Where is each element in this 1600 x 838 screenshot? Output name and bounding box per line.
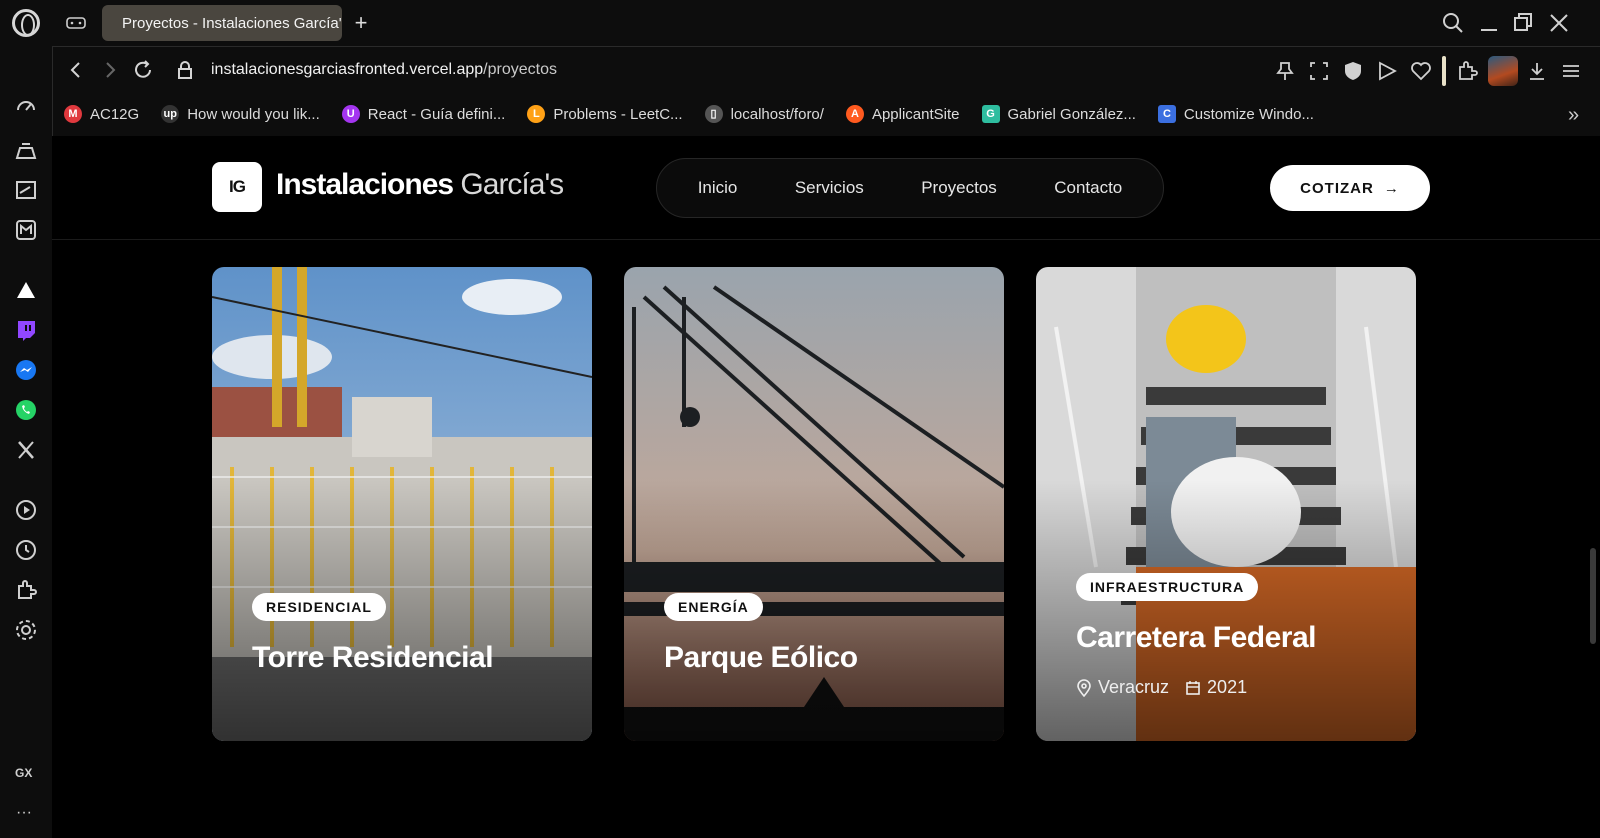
map-pin-icon — [1077, 678, 1091, 697]
location-item: Veracruz — [1076, 677, 1169, 698]
bookmark-favicon-icon: U — [341, 105, 360, 123]
active-tab[interactable]: Proyectos - Instalaciones García's — [102, 5, 342, 41]
bookmark-item[interactable]: M AC12G — [64, 105, 139, 123]
browser-top-bar: Proyectos - Instalaciones García's + — [0, 0, 1600, 46]
extensions-puzzle-icon[interactable] — [1456, 60, 1478, 82]
settings-gear-icon[interactable] — [14, 618, 38, 642]
search-icon[interactable] — [1440, 10, 1466, 36]
project-card-parque-eolico[interactable]: ENERGÍA Parque Eólico — [624, 267, 1004, 741]
bookmarks-bar: M AC12G up How would you lik... U React - G… — [64, 100, 1336, 128]
player-icon[interactable] — [14, 218, 38, 242]
project-title: Parque Eólico — [664, 641, 858, 674]
whatsapp-icon[interactable] — [14, 398, 38, 422]
bookmark-item[interactable]: G Gabriel González... — [981, 105, 1136, 123]
shield-icon[interactable] — [1342, 60, 1364, 82]
close-icon[interactable] — [1546, 10, 1572, 36]
project-title: Carretera Federal — [1076, 621, 1316, 654]
flow-send-icon[interactable] — [1376, 60, 1398, 82]
bookmark-item[interactable]: U React - Guía defini... — [341, 105, 505, 123]
page-scrollbar[interactable] — [1590, 548, 1596, 644]
site-header: IG Instalaciones García's Inicio Servici… — [52, 136, 1600, 240]
year-item: 2021 — [1185, 677, 1247, 698]
card-overlay — [1036, 480, 1416, 741]
bookmark-favicon-icon: up — [161, 105, 180, 123]
bookmark-favicon-icon: G — [981, 105, 1000, 123]
bookmark-item[interactable]: C Customize Windo... — [1157, 105, 1314, 123]
category-badge: INFRAESTRUCTURA — [1076, 573, 1259, 601]
bookmark-favicon-icon: A — [845, 105, 864, 123]
category-badge: RESIDENCIAL — [252, 593, 386, 621]
news-icon[interactable] — [14, 178, 38, 202]
gaming-icon[interactable] — [14, 138, 38, 162]
history-icon[interactable] — [14, 538, 38, 562]
bookmark-item[interactable]: up How would you lik... — [161, 105, 320, 123]
opera-logo-icon[interactable] — [12, 9, 40, 37]
browser-sidebar: GX ··· — [0, 46, 52, 838]
site-logo[interactable]: IG — [212, 162, 262, 212]
new-tab-button[interactable]: + — [348, 10, 374, 36]
arrow-right-icon: → — [1383, 179, 1400, 197]
nav-link-proyectos[interactable]: Proyectos — [921, 178, 997, 198]
back-icon[interactable] — [64, 58, 88, 82]
nav-link-inicio[interactable]: Inicio — [698, 178, 738, 198]
bookmark-item[interactable]: A ApplicantSite — [845, 105, 960, 123]
nav-link-servicios[interactable]: Servicios — [795, 178, 864, 198]
project-card-carretera-federal[interactable]: INFRAESTRUCTURA Carretera Federal Veracr… — [1036, 267, 1416, 741]
sidebar-more-icon[interactable]: ··· — [16, 804, 32, 822]
bookmark-favicon-icon: L — [527, 105, 546, 123]
main-nav: Inicio Servicios Proyectos Contacto — [656, 158, 1164, 218]
bookmark-favicon-icon: ▯ — [704, 105, 723, 123]
bookmark-item[interactable]: ▯ localhost/foro/ — [704, 105, 824, 123]
messenger-icon[interactable] — [14, 358, 38, 382]
category-badge: ENERGÍA — [664, 593, 763, 621]
brand-name[interactable]: Instalaciones García's — [276, 168, 564, 202]
project-meta: Veracruz 2021 — [1076, 677, 1247, 698]
gamepad-icon[interactable] — [66, 14, 86, 32]
bookmark-item[interactable]: L Problems - LeetC... — [527, 105, 683, 123]
project-card-torre-residencial[interactable]: RESIDENCIAL Torre Residencial — [212, 267, 592, 741]
reload-icon[interactable] — [131, 58, 155, 82]
project-title: Torre Residencial — [252, 641, 494, 674]
snapshot-icon[interactable] — [1308, 60, 1330, 82]
restore-icon[interactable] — [1510, 10, 1536, 36]
cotizar-button[interactable]: COTIZAR → — [1270, 165, 1430, 211]
profile-avatar[interactable] — [1488, 56, 1518, 86]
calendar-icon — [1186, 680, 1200, 695]
speed-dial-icon[interactable] — [14, 96, 38, 120]
easy-setup-icon[interactable] — [1560, 60, 1582, 82]
download-icon[interactable] — [1526, 60, 1548, 82]
bookmark-favicon-icon: C — [1157, 105, 1176, 123]
tab-title: Proyectos - Instalaciones García's — [122, 14, 342, 32]
url-field[interactable]: instalacionesgarciasfronted.vercel.app/p… — [211, 61, 557, 79]
gx-label[interactable]: GX — [15, 766, 32, 780]
lock-icon[interactable] — [173, 58, 197, 82]
play-circle-icon[interactable] — [14, 498, 38, 522]
bookmark-favicon-icon: M — [64, 105, 82, 123]
bookmarks-overflow-icon[interactable]: » — [1568, 104, 1579, 127]
extensions-icon[interactable] — [14, 578, 38, 602]
aria-icon[interactable] — [14, 278, 38, 302]
x-twitter-icon[interactable] — [14, 438, 38, 462]
forward-icon[interactable] — [98, 58, 122, 82]
heart-icon[interactable] — [1410, 60, 1432, 82]
minimize-icon[interactable] — [1476, 10, 1502, 36]
divider — [1442, 56, 1446, 86]
twitch-icon[interactable] — [14, 318, 38, 342]
nav-link-contacto[interactable]: Contacto — [1054, 178, 1122, 198]
web-page: IG Instalaciones García's Inicio Servici… — [52, 136, 1600, 838]
pin-icon[interactable] — [1274, 60, 1296, 82]
